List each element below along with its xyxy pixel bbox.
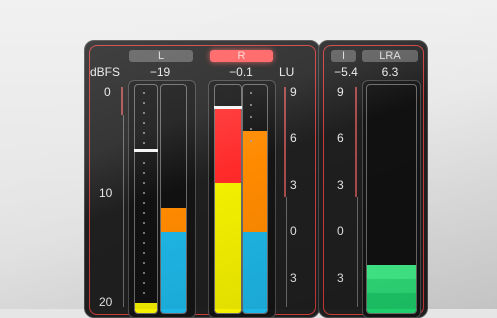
- dot: [143, 212, 145, 214]
- lu-scale-redline: [284, 87, 286, 197]
- r-track-1-red: [215, 107, 241, 183]
- dbfs-scale-0: 0: [104, 85, 111, 99]
- r-peak-marker: [214, 106, 242, 109]
- lra-green-top: [367, 265, 416, 279]
- dot: [143, 112, 145, 114]
- i-pill[interactable]: I: [331, 50, 356, 62]
- lu-scale-3b: 3: [290, 271, 297, 285]
- l-dots: [140, 92, 148, 302]
- dot: [143, 182, 145, 184]
- lu-scale-6: 6: [290, 131, 297, 145]
- l-track-2: [160, 84, 187, 314]
- lra-scale-line: [357, 197, 358, 307]
- dot: [250, 128, 252, 130]
- dot: [143, 132, 145, 134]
- dot: [143, 192, 145, 194]
- l-value: −19: [149, 65, 171, 79]
- channel-l-pill[interactable]: L: [129, 50, 193, 62]
- l-track-2-cyan: [161, 232, 186, 313]
- lra-value: 6.3: [381, 65, 399, 79]
- lra-track: [366, 84, 417, 314]
- dot: [143, 202, 145, 204]
- dbfs-scale-redline: [121, 87, 123, 115]
- r-track-1: [214, 84, 242, 314]
- r-track-1-yellow: [215, 183, 241, 313]
- channel-r-pill[interactable]: R: [210, 50, 273, 62]
- dot: [143, 262, 145, 264]
- lra-scale-3b: 3: [337, 271, 344, 285]
- dot: [250, 140, 252, 142]
- dot: [143, 162, 145, 164]
- dot: [143, 272, 145, 274]
- dbfs-scale-10: 10: [99, 186, 113, 200]
- lra-scale-redline: [355, 87, 357, 197]
- dot: [143, 232, 145, 234]
- lra-scale-9: 9: [337, 85, 344, 99]
- lra-scale-6: 6: [337, 131, 344, 145]
- lra-green-bottom: [367, 293, 416, 313]
- dot: [143, 122, 145, 124]
- dot: [143, 142, 145, 144]
- dot: [143, 172, 145, 174]
- dot: [250, 104, 252, 106]
- lu-scale-line: [286, 197, 287, 307]
- dbfs-label: dBFS: [90, 65, 121, 79]
- lra-scale-0: 0: [337, 224, 344, 238]
- lu-label: LU: [279, 65, 295, 79]
- dot: [143, 102, 145, 104]
- dot: [250, 92, 252, 94]
- dot: [143, 222, 145, 224]
- dot: [143, 292, 145, 294]
- dot: [250, 116, 252, 118]
- lu-scale-9: 9: [290, 85, 297, 99]
- r-track-2: [242, 84, 268, 314]
- lu-scale-3: 3: [290, 178, 297, 192]
- lra-pill[interactable]: LRA: [362, 50, 418, 62]
- dbfs-scale-line: [123, 115, 124, 307]
- dot: [143, 242, 145, 244]
- lra-green-mid: [367, 279, 416, 293]
- r-dots: [247, 92, 255, 302]
- dbfs-scale-20: 20: [99, 295, 113, 309]
- lra-scale-3: 3: [337, 178, 344, 192]
- dot: [143, 92, 145, 94]
- l-track-1-yellow: [135, 303, 157, 313]
- l-track-2-orange: [161, 208, 186, 232]
- dot: [143, 252, 145, 254]
- r-value: −0.1: [229, 65, 253, 79]
- dot: [143, 282, 145, 284]
- i-value: −5.4: [334, 65, 358, 79]
- lu-scale-0: 0: [290, 224, 297, 238]
